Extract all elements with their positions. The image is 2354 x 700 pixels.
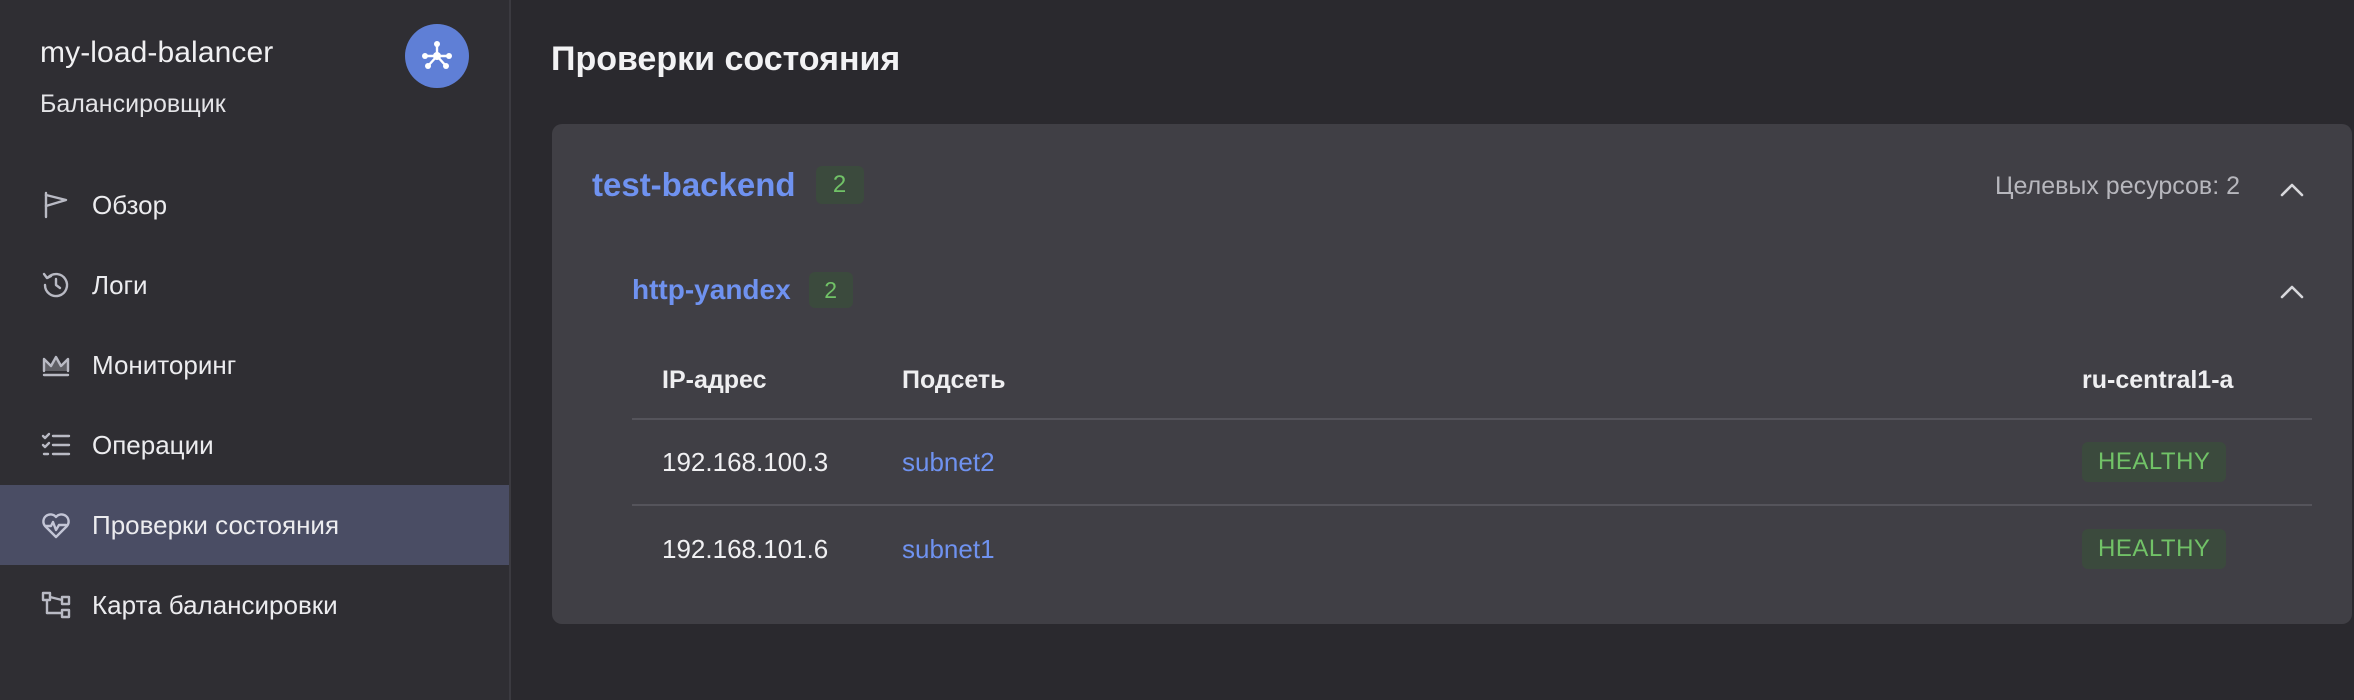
ip-address: 192.168.100.3 (662, 446, 829, 477)
flag-icon (38, 187, 74, 223)
status-badge: HEALTHY (2082, 529, 2227, 569)
target-resources-count: Целевых ресурсов: 2 (1995, 172, 2240, 200)
subnet-link[interactable]: subnet2 (902, 447, 995, 478)
health-check-count-badge: 2 (808, 272, 853, 308)
network-icon[interactable] (405, 24, 469, 88)
column-header-ip: IP-адрес (662, 365, 767, 394)
sidebar-header: my-load-balancer Балансировщик (0, 0, 509, 160)
target-group-header: test-backend 2 (592, 166, 864, 204)
sidebar-item-label: Обзор (92, 189, 168, 220)
subnet-link[interactable]: subnet1 (902, 534, 995, 565)
sidebar-item-logs[interactable]: Логи (0, 245, 509, 325)
health-check-link[interactable]: http-yandex (632, 274, 791, 306)
table-header-row: IP-адрес Подсеть ru-central1-a (632, 342, 2312, 420)
health-check-table: IP-адрес Подсеть ru-central1-a 192.168.1… (632, 342, 2312, 592)
subnet-cell: subnet2 (902, 420, 995, 504)
sidebar-item-label: Карта балансировки (92, 589, 338, 620)
sidebar: my-load-balancer Балансировщик Обзор Лог… (0, 0, 511, 700)
table-row: 192.168.100.3 subnet2 HEALTHY (632, 420, 2312, 506)
chevron-up-icon[interactable] (2274, 172, 2310, 208)
sidebar-item-label: Проверки состояния (92, 509, 340, 540)
app-root: my-load-balancer Балансировщик Обзор Лог… (0, 0, 2354, 700)
sidebar-item-label: Мониторинг (92, 349, 237, 380)
target-group-count-badge: 2 (815, 166, 864, 204)
subnet-cell: subnet1 (902, 506, 995, 592)
table-row: 192.168.101.6 subnet1 HEALTHY (632, 506, 2312, 592)
zone-status-cell: HEALTHY (2082, 506, 2227, 592)
sidebar-item-overview[interactable]: Обзор (0, 165, 509, 245)
sidebar-item-monitoring[interactable]: Мониторинг (0, 325, 509, 405)
target-group-link[interactable]: test-backend (592, 166, 796, 204)
chart-area-icon (38, 347, 74, 383)
sidebar-item-operations[interactable]: Операции (0, 405, 509, 485)
topology-icon (38, 587, 74, 623)
sidebar-nav: Обзор Логи Мониторинг Операции Проверки … (0, 165, 509, 645)
sidebar-item-health-checks[interactable]: Проверки состояния (0, 485, 509, 565)
list-check-icon (38, 427, 74, 463)
column-header-zone: ru-central1-a (2082, 365, 2234, 394)
zone-status-cell: HEALTHY (2082, 420, 2227, 504)
sidebar-item-label: Операции (92, 429, 214, 460)
resource-type: Балансировщик (40, 90, 226, 118)
sidebar-item-balancing-map[interactable]: Карта балансировки (0, 565, 509, 645)
health-check-header: http-yandex 2 (632, 272, 853, 308)
ip-address: 192.168.101.6 (662, 533, 829, 564)
sidebar-item-label: Логи (92, 269, 148, 300)
column-header-subnet: Подсеть (902, 365, 1006, 394)
status-badge: HEALTHY (2082, 442, 2227, 482)
page-title: Проверки состояния (551, 40, 901, 78)
main-content: Проверки состояния test-backend 2 Целевы… (511, 0, 2354, 700)
heart-pulse-icon (38, 507, 74, 543)
history-icon (38, 267, 74, 303)
resource-title: my-load-balancer (40, 36, 274, 69)
target-group-card: test-backend 2 Целевых ресурсов: 2 http-… (552, 124, 2352, 624)
chevron-up-icon[interactable] (2274, 274, 2310, 310)
